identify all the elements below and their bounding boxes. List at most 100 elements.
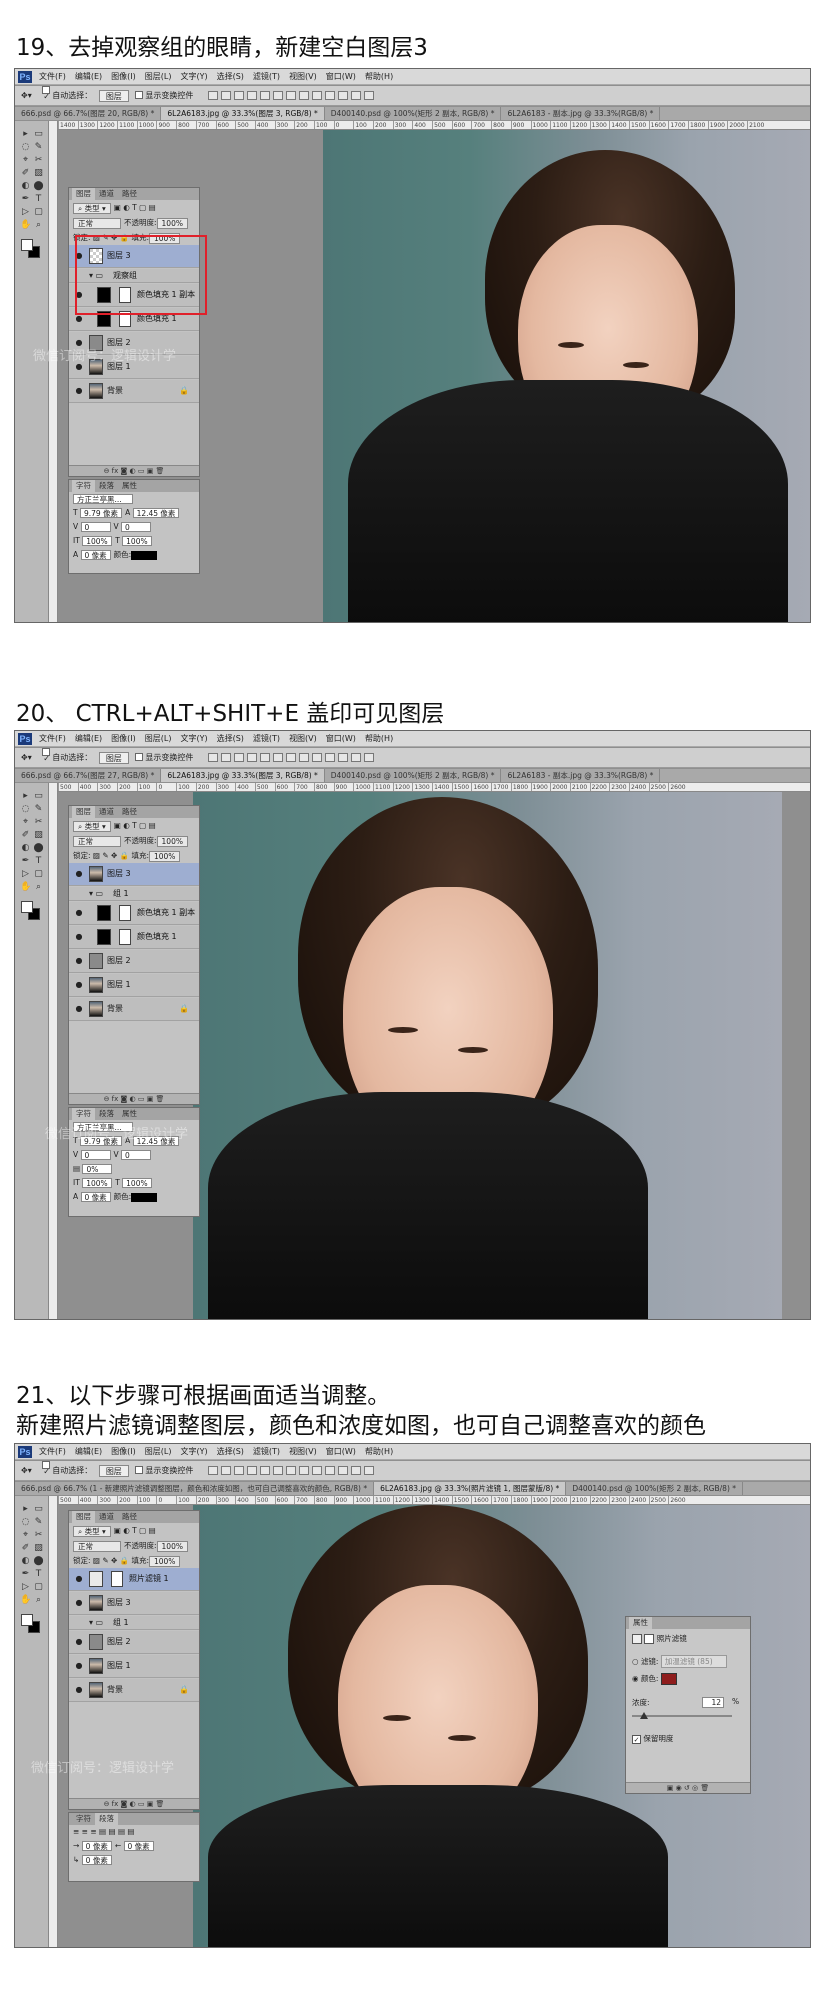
eye-icon[interactable]: ●: [73, 1598, 85, 1608]
eye-icon[interactable]: ●: [73, 1661, 85, 1671]
density-slider[interactable]: [632, 1712, 732, 1719]
menu-file[interactable]: 文件(F): [39, 1447, 66, 1456]
menu-help[interactable]: 帮助(H): [365, 734, 393, 743]
tab-properties[interactable]: 属性: [118, 1108, 141, 1120]
menu-edit[interactable]: 编辑(E): [75, 72, 102, 81]
layer-thumbnail[interactable]: [89, 1682, 103, 1698]
opacity-input[interactable]: 100%: [156, 1540, 188, 1552]
menu-file[interactable]: 文件(F): [39, 72, 66, 81]
menu-filter[interactable]: 滤镜(T): [253, 1447, 280, 1456]
layer-mask-thumbnail[interactable]: [119, 905, 131, 921]
menu-edit[interactable]: 编辑(E): [75, 1447, 102, 1456]
tool-icon[interactable]: ▷: [20, 869, 31, 879]
layer-row[interactable]: ● 照片滤镜 1: [69, 1568, 199, 1591]
layer-row[interactable]: ● 图层 2: [69, 1631, 199, 1654]
menu-window[interactable]: 窗口(W): [326, 734, 356, 743]
doc-tab[interactable]: 666.psd @ 66.7%(图层 27, RGB/8) *: [15, 769, 162, 782]
tool-icon[interactable]: T: [33, 856, 44, 866]
tool-icon[interactable]: ✒: [20, 856, 31, 866]
tool-icon[interactable]: ✎: [33, 804, 44, 814]
proportional-spacing-input[interactable]: 0%: [82, 1164, 113, 1174]
kind-filter[interactable]: ⌕ 类型 ▾: [73, 1525, 111, 1537]
tool-icon[interactable]: ✐: [20, 1543, 31, 1553]
eye-icon[interactable]: ●: [73, 1574, 85, 1584]
density-slider-handle[interactable]: [640, 1712, 648, 1719]
tool-icon[interactable]: ⬤: [33, 181, 44, 191]
foreground-color-swatch[interactable]: [21, 901, 33, 913]
auto-select-dropdown[interactable]: 图层: [98, 751, 129, 764]
layer-thumbnail[interactable]: [89, 383, 103, 399]
foreground-color-swatch[interactable]: [21, 239, 33, 251]
tool-icon[interactable]: ✂: [33, 155, 44, 165]
color-swatch[interactable]: [131, 1192, 158, 1202]
eye-icon[interactable]: ●: [73, 386, 85, 396]
kind-filter[interactable]: ⌕ 类型 ▾: [73, 202, 111, 214]
horizontal-scale-input[interactable]: 100%: [122, 1178, 153, 1188]
tracking-input[interactable]: 0: [121, 1150, 152, 1160]
fill-input[interactable]: 100%: [148, 1555, 181, 1567]
menu-layer[interactable]: 图层(L): [145, 1447, 172, 1456]
layer-thumbnail[interactable]: [89, 1571, 103, 1587]
tool-icon[interactable]: ◐: [20, 1556, 31, 1566]
menu-select[interactable]: 选择(S): [217, 734, 244, 743]
menu-window[interactable]: 窗口(W): [326, 72, 356, 81]
filter-color-swatch[interactable]: [660, 1673, 677, 1685]
tool-icon[interactable]: ⬤: [33, 843, 44, 853]
layer-thumbnail[interactable]: [89, 953, 103, 969]
filter-icons[interactable]: ▣ ◐ T ▢ ▤: [114, 203, 156, 212]
tool-icon[interactable]: ✐: [20, 830, 31, 840]
tool-icon[interactable]: T: [33, 1569, 44, 1579]
tab-character[interactable]: 字符: [72, 1108, 95, 1120]
layer-row[interactable]: ▾ ▭ 组 1: [69, 1616, 199, 1630]
blend-mode-select[interactable]: 正常: [73, 217, 121, 229]
move-tool-icon[interactable]: ✥▾: [21, 753, 32, 762]
layer-thumbnail[interactable]: [89, 1634, 103, 1650]
vertical-scale-input[interactable]: 100%: [82, 1178, 113, 1188]
eye-icon[interactable]: ●: [73, 1637, 85, 1647]
tool-icon[interactable]: ◌: [20, 1517, 31, 1527]
horizontal-scale-input[interactable]: 100%: [122, 536, 153, 546]
auto-select-dropdown[interactable]: 图层: [98, 1464, 129, 1477]
blend-mode-select[interactable]: 正常: [73, 1540, 121, 1552]
tool-icon[interactable]: ▭: [33, 1504, 44, 1514]
eye-icon[interactable]: ●: [73, 314, 85, 324]
properties-footer[interactable]: ▣ ◉ ↺ ◎ 🗑: [626, 1782, 750, 1793]
font-family-select[interactable]: 方正兰亭黑...: [73, 494, 133, 504]
tool-icon[interactable]: ✋: [20, 1595, 31, 1605]
doc-tab[interactable]: 666.psd @ 66.7% (1 - 新建照片滤镜调整图层，颜色和浓度如图，…: [15, 1482, 375, 1495]
doc-tab-active[interactable]: 6L2A6183.jpg @ 33.3%(图层 3, RGB/8) *: [161, 769, 325, 782]
layer-thumbnail[interactable]: [89, 977, 103, 993]
tool-icon[interactable]: ⬤: [33, 1556, 44, 1566]
tab-channels[interactable]: 通道: [95, 1511, 118, 1523]
menu-image[interactable]: 图像(I): [111, 72, 136, 81]
align-icons[interactable]: [207, 1466, 377, 1475]
lock-icons[interactable]: ▨ ✎ ✥ 🔒: [91, 851, 132, 860]
layer-row[interactable]: ● 背景 🔒: [69, 1679, 199, 1702]
menu-view[interactable]: 视图(V): [289, 1447, 317, 1456]
filter-icons[interactable]: ▣ ◐ T ▢ ▤: [114, 1526, 156, 1535]
layer-row[interactable]: ● 图层 3: [69, 1592, 199, 1615]
tool-icon[interactable]: ✎: [33, 1517, 44, 1527]
lock-icons[interactable]: ▨ ✎ ✥ 🔒: [91, 1556, 132, 1565]
tool-icon[interactable]: ▢: [33, 207, 44, 217]
menu-window[interactable]: 窗口(W): [326, 1447, 356, 1456]
fill-input[interactable]: 100%: [148, 850, 181, 862]
color-swatch[interactable]: [131, 550, 158, 560]
menu-help[interactable]: 帮助(H): [365, 72, 393, 81]
transform-controls-checkbox[interactable]: [135, 1466, 144, 1474]
doc-tab[interactable]: 6L2A6183 - 副本.jpg @ 33.3%(RGB/8) *: [501, 769, 661, 782]
menu-file[interactable]: 文件(F): [39, 734, 66, 743]
kind-filter[interactable]: ⌕ 类型 ▾: [73, 820, 111, 832]
filter-icons[interactable]: ▣ ◐ T ▢ ▤: [114, 821, 156, 830]
tab-paths[interactable]: 路径: [118, 1511, 141, 1523]
layer-thumbnail[interactable]: [97, 905, 111, 921]
vertical-scale-input[interactable]: 100%: [82, 536, 113, 546]
layer-row[interactable]: ● 图层 3: [69, 863, 199, 886]
layer-row[interactable]: ● 图层 1: [69, 1655, 199, 1678]
tool-icon[interactable]: ◌: [20, 142, 31, 152]
filter-option[interactable]: ○ 滤镜: 加温滤镜 (85): [632, 1655, 727, 1668]
menu-view[interactable]: 视图(V): [289, 734, 317, 743]
menu-help[interactable]: 帮助(H): [365, 1447, 393, 1456]
tab-paragraph[interactable]: 段落: [95, 1108, 118, 1120]
layer-mask-thumbnail[interactable]: [119, 929, 131, 945]
